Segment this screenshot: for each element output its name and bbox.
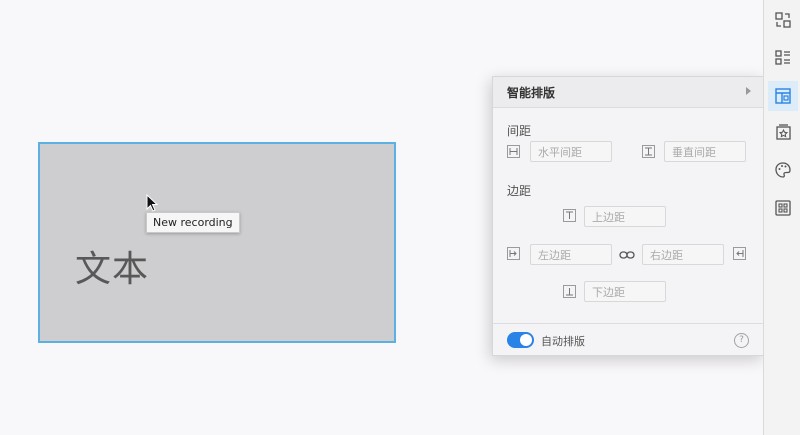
right-margin-icon bbox=[733, 247, 746, 260]
help-icon[interactable]: ? bbox=[734, 333, 749, 348]
star-frame-icon bbox=[776, 124, 791, 140]
swap-icon bbox=[775, 12, 791, 28]
auto-layout-toggle[interactable] bbox=[507, 332, 534, 348]
smart-layout-panel: 智能排版 间距 水平间距 垂直间距 边距 上边距 左边距 右边距 下边距 自动排… bbox=[492, 76, 764, 356]
layout-button[interactable] bbox=[768, 81, 798, 111]
tooltip: New recording bbox=[146, 212, 240, 233]
expand-arrow-icon[interactable] bbox=[746, 87, 751, 95]
margin-label: 边距 bbox=[507, 184, 532, 198]
component-button[interactable] bbox=[768, 117, 798, 147]
horizontal-spacing-input[interactable]: 水平间距 bbox=[530, 141, 612, 162]
mouse-cursor-icon bbox=[146, 194, 158, 212]
panel-title: 智能排版 bbox=[507, 86, 556, 100]
right-margin-input[interactable]: 右边距 bbox=[642, 244, 724, 265]
bottom-margin-icon bbox=[563, 285, 576, 298]
link-icon[interactable] bbox=[619, 250, 635, 260]
vertical-spacing-icon bbox=[642, 145, 655, 158]
selected-frame[interactable]: 文本 bbox=[38, 142, 396, 343]
top-margin-input[interactable]: 上边距 bbox=[584, 206, 666, 227]
panel-footer: 自动排版 ? bbox=[493, 323, 763, 356]
widgets-button[interactable] bbox=[768, 193, 798, 223]
list-icon bbox=[775, 50, 790, 65]
left-margin-icon bbox=[507, 247, 520, 260]
swap-button[interactable] bbox=[768, 5, 798, 35]
vertical-spacing-input[interactable]: 垂直间距 bbox=[664, 141, 746, 162]
grid-icon bbox=[775, 200, 791, 216]
toggle-knob bbox=[520, 334, 532, 346]
top-margin-icon bbox=[563, 209, 576, 222]
frame-text[interactable]: 文本 bbox=[75, 240, 149, 292]
bottom-margin-input[interactable]: 下边距 bbox=[584, 281, 666, 302]
right-toolbar bbox=[763, 0, 800, 435]
style-button[interactable] bbox=[768, 155, 798, 185]
spacing-label: 间距 bbox=[507, 124, 532, 138]
left-margin-input[interactable]: 左边距 bbox=[530, 244, 612, 265]
horizontal-spacing-icon bbox=[507, 145, 520, 158]
layout-icon bbox=[775, 88, 791, 104]
list-button[interactable] bbox=[768, 43, 798, 73]
palette-icon bbox=[775, 162, 791, 178]
auto-layout-label: 自动排版 bbox=[541, 335, 585, 348]
panel-header[interactable]: 智能排版 bbox=[493, 77, 763, 108]
